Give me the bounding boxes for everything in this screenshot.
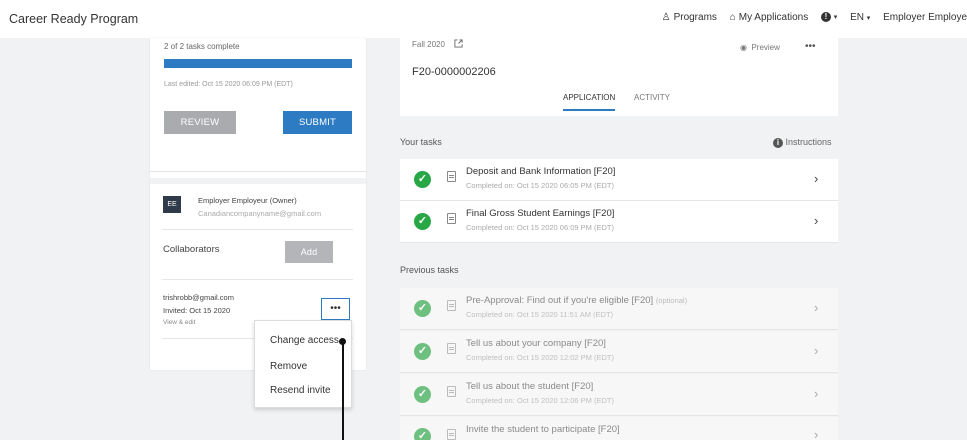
check-circle-icon: ✓ xyxy=(414,171,431,188)
home-icon: ⌂ xyxy=(729,12,736,23)
users-icon: ♙ xyxy=(661,12,671,23)
check-circle-icon: ✓ xyxy=(414,343,431,360)
document-icon xyxy=(447,300,456,311)
collaborator-invited: Invited: Oct 15 2020 xyxy=(163,306,231,315)
add-collaborator-button[interactable]: Add xyxy=(285,241,333,263)
check-circle-icon: ✓ xyxy=(414,300,431,317)
instructions-link[interactable]: i Instructions xyxy=(773,137,832,148)
collaborator-more-button[interactable]: ••• xyxy=(321,298,350,320)
document-icon xyxy=(447,213,456,224)
review-button[interactable]: REVIEW xyxy=(164,111,236,134)
divider xyxy=(162,229,353,230)
callout-dot xyxy=(339,338,346,345)
caret-down-icon: ▾ xyxy=(833,14,838,22)
task-title: Pre-Approval: Find out if you're eligibl… xyxy=(466,295,688,306)
top-bar: Career Ready Program ♙ Programs ⌂ My Appli… xyxy=(0,0,967,38)
task-row[interactable]: ✓ Tell us about the student [F20] Comple… xyxy=(400,374,838,416)
application-header: Fall 2020 ◉ Preview ••• F20-0000002206 A… xyxy=(400,38,838,116)
language-menu[interactable]: EN ▾ xyxy=(850,12,870,23)
application-more-button[interactable]: ••• xyxy=(805,41,816,52)
your-tasks-label: Your tasks xyxy=(400,137,442,147)
last-edited: Last edited: Oct 15 2020 06:09 PM (EDT) xyxy=(164,81,293,88)
preview-link[interactable]: ◉ Preview xyxy=(740,43,780,52)
divider xyxy=(150,171,366,172)
external-link-icon[interactable] xyxy=(454,39,463,48)
collaborator-access: View & edit xyxy=(163,319,196,326)
optional-tag: (optional) xyxy=(655,296,688,305)
task-completed: Completed on: Oct 15 2020 12:06 PM (EDT) xyxy=(466,396,614,405)
task-completed: Completed on: Oct 15 2020 12:02 PM (EDT) xyxy=(466,353,614,362)
eye-icon: ◉ xyxy=(740,43,747,52)
avatar: EE xyxy=(163,196,181,213)
task-title: Invite the student to participate [F20] xyxy=(466,424,620,435)
collaborator-email: trishrobb@gmail.com xyxy=(163,293,234,302)
submit-button[interactable]: SUBMIT xyxy=(283,111,352,134)
task-row[interactable]: ✓ Pre-Approval: Find out if you're eligi… xyxy=(400,288,838,330)
owner-name: Employer Employeur (Owner) xyxy=(198,196,297,205)
progress-bar xyxy=(164,59,352,68)
previous-tasks-label: Previous tasks xyxy=(400,265,459,275)
top-nav: ♙ Programs ⌂ My Applications ! ▾ EN ▾ Empl… xyxy=(662,12,967,23)
tab-application[interactable]: APPLICATION xyxy=(563,93,616,111)
tab-activity[interactable]: ACTIVITY xyxy=(634,93,670,102)
owner-email: Canadiancompanyname@gmail.com xyxy=(198,209,322,218)
menu-item-change-access[interactable]: Change access xyxy=(270,335,339,346)
chevron-right-icon: › xyxy=(814,427,819,440)
task-row[interactable]: ✓ Final Gross Student Earnings [F20] Com… xyxy=(400,201,838,243)
section-gap xyxy=(150,178,366,184)
task-title: Deposit and Bank Information [F20] xyxy=(466,166,616,177)
nav-my-applications[interactable]: ⌂ My Applications xyxy=(730,12,809,23)
task-title: Tell us about your company [F20] xyxy=(466,338,606,349)
chevron-right-icon: › xyxy=(814,213,819,228)
check-circle-icon: ✓ xyxy=(414,213,431,230)
chevron-right-icon: › xyxy=(814,171,819,186)
nav-programs[interactable]: ♙ Programs xyxy=(662,12,717,23)
check-circle-icon: ✓ xyxy=(414,386,431,403)
app-title[interactable]: Career Ready Program xyxy=(9,12,138,26)
progress-text: 2 of 2 tasks complete xyxy=(164,42,240,51)
thumbs-up-icon xyxy=(447,429,456,440)
task-completed: Completed on: Oct 15 2020 06:09 PM (EDT) xyxy=(466,223,614,232)
menu-item-resend-invite[interactable]: Resend invite xyxy=(270,385,331,396)
task-completed: Completed on: Oct 15 2020 06:05 PM (EDT) xyxy=(466,181,614,190)
term-label: Fall 2020 xyxy=(412,40,445,49)
collaborator-menu: Change access Remove Resend invite xyxy=(254,320,352,408)
document-icon xyxy=(447,386,456,397)
collaborators-label: Collaborators xyxy=(163,244,220,255)
document-icon xyxy=(447,171,456,182)
chevron-right-icon: › xyxy=(814,343,819,358)
chevron-right-icon: › xyxy=(814,300,819,315)
divider xyxy=(162,279,353,280)
document-icon xyxy=(447,343,456,354)
application-id: F20-0000002206 xyxy=(412,66,496,78)
menu-item-remove[interactable]: Remove xyxy=(270,361,307,372)
task-row[interactable]: ✓ Tell us about your company [F20] Compl… xyxy=(400,331,838,373)
info-icon: i xyxy=(773,138,783,148)
task-title: Final Gross Student Earnings [F20] xyxy=(466,208,615,219)
check-circle-icon: ✓ xyxy=(414,428,431,440)
help-menu[interactable]: ! ▾ xyxy=(821,12,837,23)
task-row[interactable]: ✓ Invite the student to participate [F20… xyxy=(400,417,838,440)
info-icon: ! xyxy=(821,12,832,23)
task-completed: Completed on: Oct 15 2020 11:51 AM (EDT) xyxy=(466,310,614,319)
callout-line xyxy=(342,342,344,440)
task-title: Tell us about the student [F20] xyxy=(466,381,594,392)
task-row[interactable]: ✓ Deposit and Bank Information [F20] Com… xyxy=(400,159,838,201)
chevron-right-icon: › xyxy=(814,386,819,401)
caret-down-icon: ▾ xyxy=(866,14,871,22)
user-menu[interactable]: Employer Employe xyxy=(883,12,967,23)
